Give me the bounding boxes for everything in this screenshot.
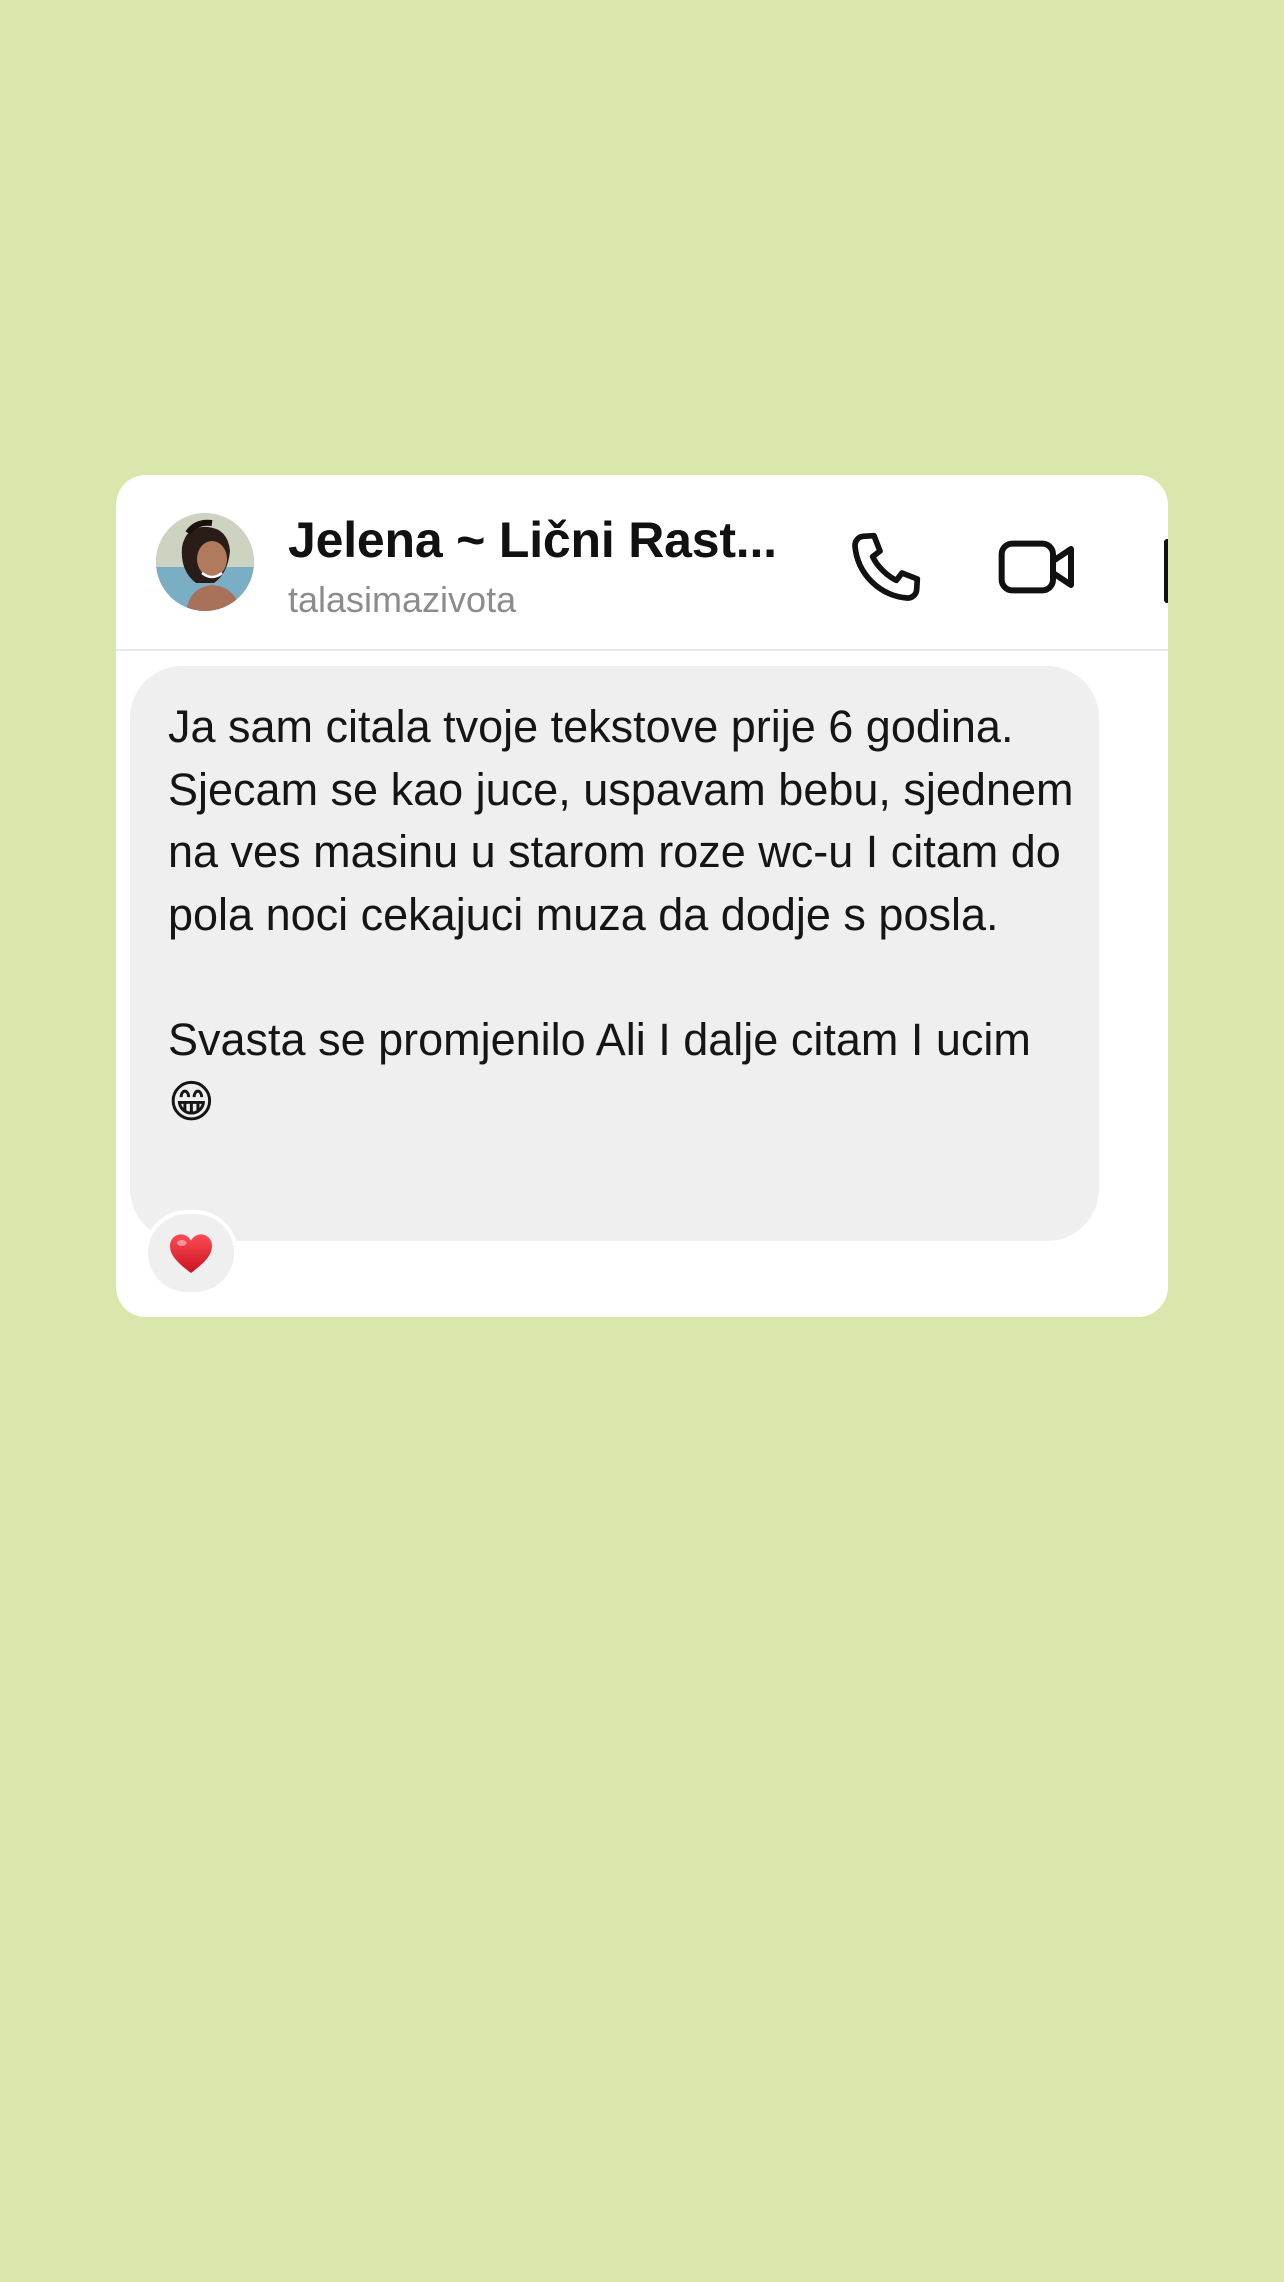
contact-name[interactable]: Jelena ~ Lični Rast... [288,511,777,569]
call-button[interactable] [846,527,926,607]
more-icon [1164,539,1168,603]
message-bubble[interactable]: Ja sam citala tvoje tekstove prije 6 god… [130,666,1099,1241]
heart-icon [170,1234,212,1273]
more-button[interactable] [1162,527,1168,607]
chat-card: Jelena ~ Lični Rast... talasimazivota Ja… [116,475,1168,1317]
message-text: Ja sam citala tvoje tekstove prije 6 god… [168,701,1074,1127]
chat-header: Jelena ~ Lični Rast... talasimazivota [116,475,1168,651]
phone-icon [852,532,921,601]
contact-username: talasimazivota [288,579,517,620]
video-camera-icon [998,540,1074,594]
video-call-button[interactable] [996,527,1080,607]
message-reaction[interactable] [144,1210,238,1296]
profile-photo [156,513,254,611]
avatar[interactable] [156,513,254,611]
